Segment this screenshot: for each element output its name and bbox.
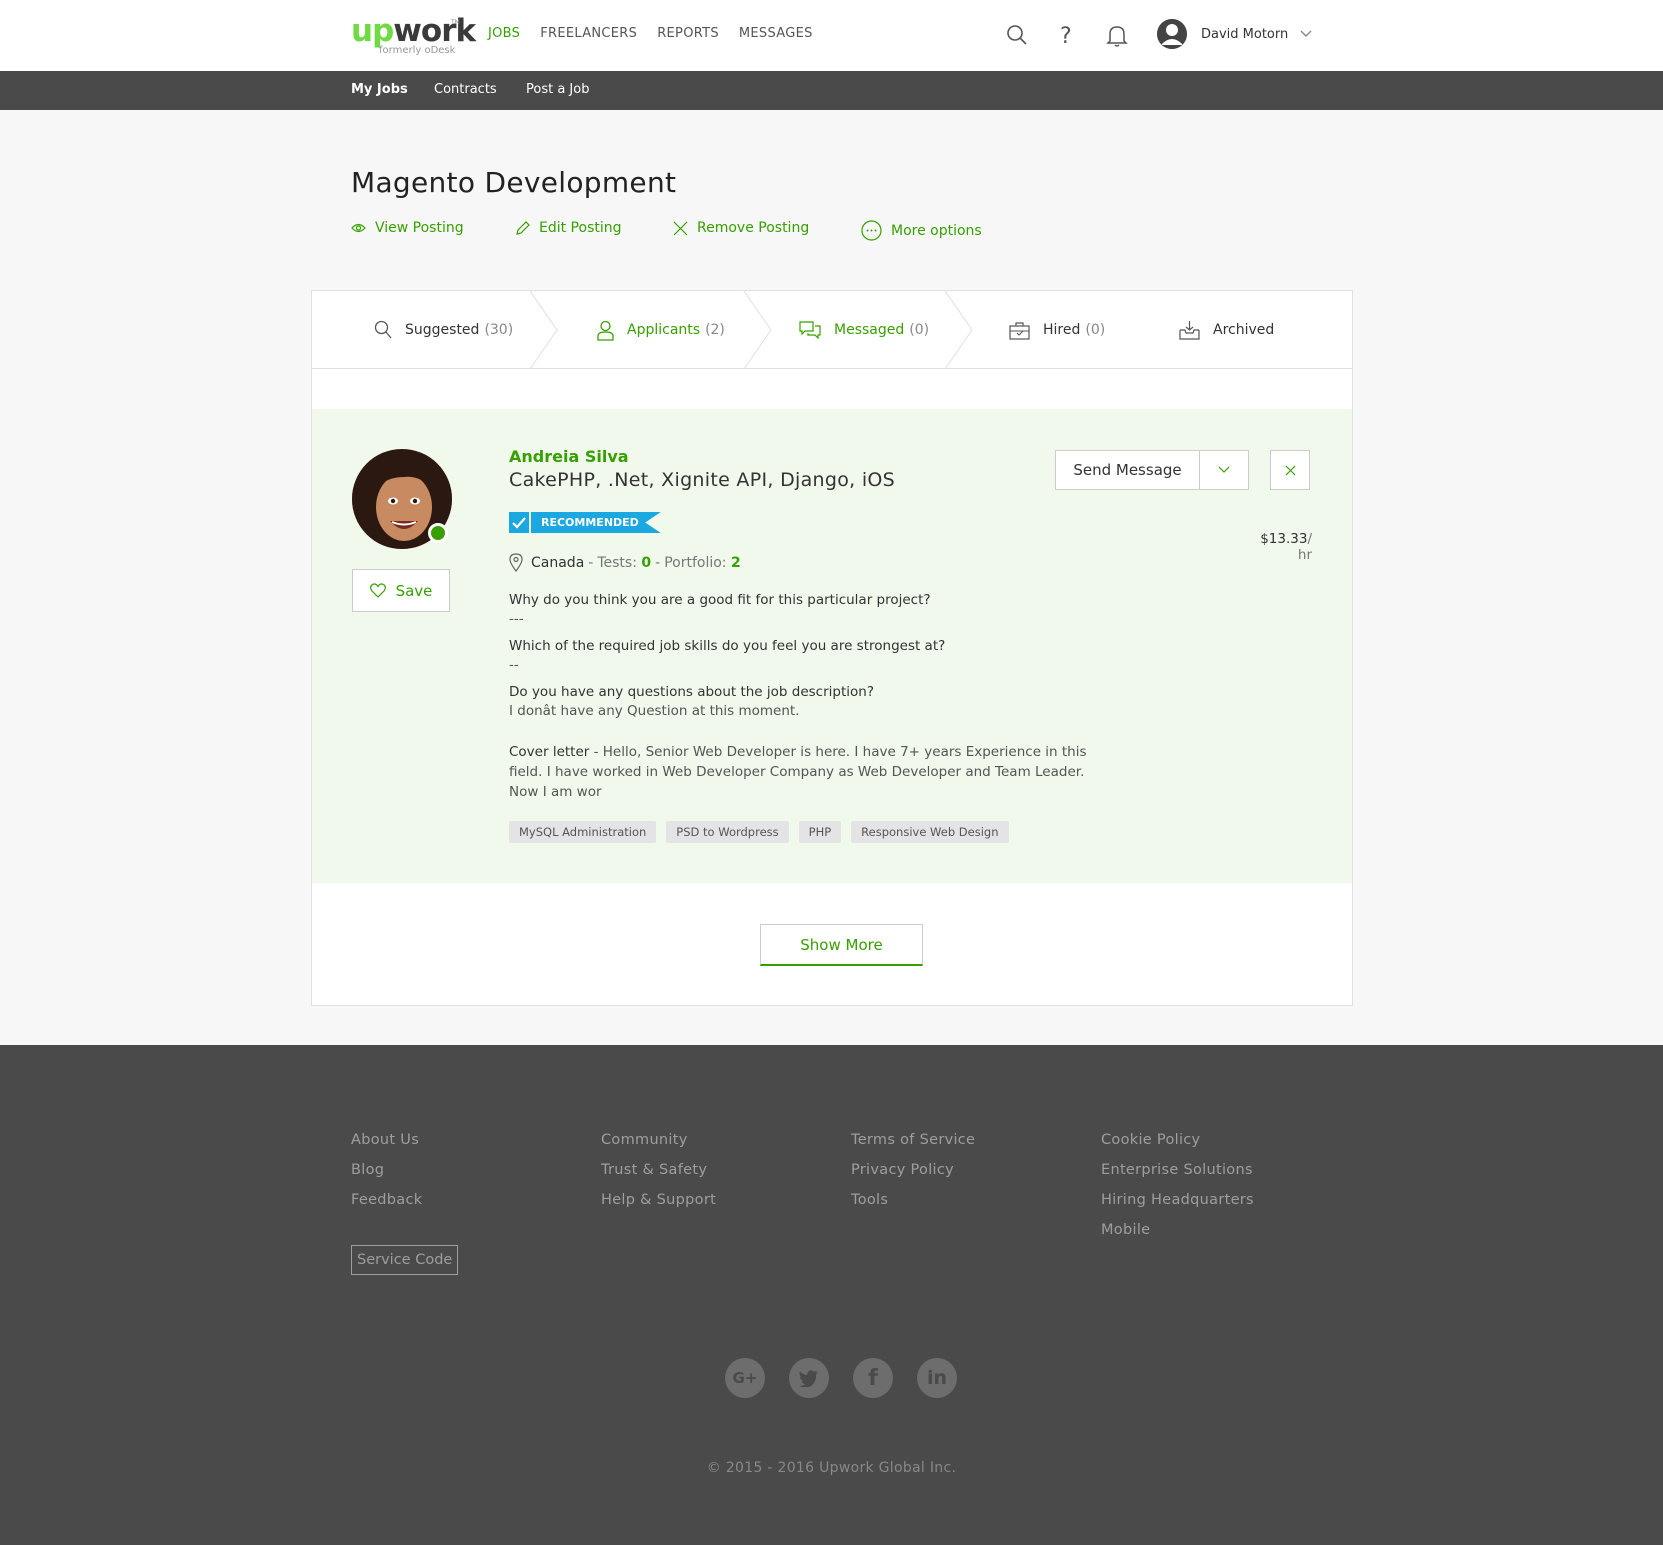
skill-tag[interactable]: PHP — [798, 821, 842, 843]
tab-applicants[interactable]: Applicants (2) — [597, 291, 725, 369]
briefcase-icon — [1009, 321, 1030, 340]
checkmark-icon — [512, 516, 526, 529]
google-plus-icon[interactable]: G+ — [725, 1358, 765, 1398]
sub-nav: My Jobs Contracts Post a Job — [0, 71, 1663, 110]
freelancer-meta: Canada - Tests: 0 - Portfolio: 2 — [509, 553, 741, 572]
svg-text:?: ? — [1060, 24, 1072, 48]
footer: About Us Blog Feedback Community Trust &… — [0, 1045, 1663, 1545]
user-name: David Motorn — [1201, 26, 1289, 42]
location-pin-icon — [509, 553, 523, 572]
question-answer: Do you have any questions about the job … — [509, 684, 875, 719]
tab-archived[interactable]: Archived — [1179, 291, 1279, 369]
tests-count: 0 — [641, 554, 652, 571]
tab-suggested[interactable]: Suggested (30) — [374, 291, 513, 369]
hourly-rate: $13.33/ hr — [1260, 531, 1312, 563]
heart-icon — [369, 583, 386, 598]
pencil-icon — [516, 220, 530, 235]
footer-link[interactable]: Hiring Headquarters — [1101, 1190, 1254, 1220]
decline-button[interactable] — [1270, 450, 1310, 490]
question-answer: Which of the required job skills do you … — [509, 638, 946, 673]
footer-link[interactable]: Tools — [851, 1190, 975, 1220]
chat-icon — [799, 321, 821, 339]
eye-icon — [351, 223, 366, 233]
help-icon[interactable]: ? — [1054, 22, 1080, 48]
footer-link[interactable]: Privacy Policy — [851, 1160, 975, 1190]
tab-hired[interactable]: Hired (0) — [1009, 291, 1105, 369]
footer-col-1: About Us Blog Feedback — [351, 1130, 422, 1220]
nav-messages[interactable]: MESSAGES — [739, 26, 813, 41]
facebook-icon[interactable]: f — [853, 1358, 893, 1398]
copyright: © 2015 - 2016 Upwork Global Inc. — [706, 1460, 957, 1476]
service-code-button[interactable]: Service Code — [351, 1245, 459, 1275]
logo-tagline: formerly oDesk — [379, 45, 456, 56]
remove-posting-link[interactable]: Remove Posting — [673, 220, 809, 236]
footer-link[interactable]: Help & Support — [601, 1190, 716, 1220]
save-freelancer-button[interactable]: Save — [352, 569, 450, 612]
bell-icon[interactable] — [1104, 22, 1130, 48]
search-icon — [374, 320, 392, 339]
footer-link[interactable]: Terms of Service — [851, 1130, 975, 1160]
subnav-post-a-job[interactable]: Post a Job — [526, 82, 589, 97]
freelancer-name[interactable]: Andreia Silva — [509, 447, 629, 466]
close-icon — [1285, 465, 1295, 475]
twitter-icon[interactable] — [789, 1358, 829, 1398]
view-posting-link[interactable]: View Posting — [351, 220, 464, 236]
more-dots-icon — [861, 220, 882, 241]
close-icon — [673, 221, 688, 235]
footer-link[interactable]: Feedback — [351, 1190, 422, 1220]
pipeline-tabs: Suggested (30) Applicants (2) Messaged (0) … — [312, 291, 1352, 369]
freelancer-country: Canada — [531, 554, 585, 571]
portfolio-count[interactable]: 2 — [731, 555, 741, 571]
subnav-my-jobs[interactable]: My Jobs — [351, 82, 408, 97]
upwork-logo[interactable]: upwork TM formerly oDesk — [351, 13, 476, 59]
send-message-button[interactable]: Send Message — [1055, 450, 1200, 490]
footer-link[interactable]: Enterprise Solutions — [1101, 1160, 1254, 1190]
send-message-group: Send Message — [1055, 450, 1249, 490]
cover-letter: Cover letter - Hello, Senior Web Develop… — [509, 744, 1087, 800]
nav-freelancers[interactable]: FREELANCERS — [540, 26, 637, 41]
user-menu[interactable]: David Motorn — [1157, 19, 1312, 49]
send-message-dropdown[interactable] — [1200, 450, 1249, 490]
footer-link[interactable]: Trust & Safety — [601, 1160, 716, 1190]
footer-col-2: Community Trust & Safety Help & Support — [601, 1130, 716, 1220]
question-answer: Why do you think you are a good fit for … — [509, 592, 931, 627]
archive-icon — [1179, 321, 1200, 340]
footer-link[interactable]: Community — [601, 1130, 716, 1160]
chevron-down-icon — [1218, 466, 1230, 473]
top-header: upwork TM formerly oDesk JOBS FREELANCER… — [0, 0, 1663, 71]
user-avatar-icon — [1157, 19, 1187, 49]
recommended-badge: RECOMMENDED — [509, 512, 661, 533]
skill-tag[interactable]: Responsive Web Design — [851, 821, 1009, 843]
applicants-card: Suggested (30) Applicants (2) Messaged (0) … — [311, 290, 1353, 1006]
tab-messaged[interactable]: Messaged (0) — [799, 291, 929, 369]
show-more-button[interactable]: Show More — [760, 924, 923, 966]
more-options-link[interactable]: More options — [861, 220, 982, 241]
page-title: Magento Development — [351, 166, 677, 199]
online-status-dot — [428, 523, 448, 543]
person-icon — [597, 320, 614, 341]
search-icon[interactable] — [1004, 22, 1030, 48]
subnav-contracts[interactable]: Contracts — [434, 82, 497, 97]
applicant-card: Save Andreia Silva CakePHP, .Net, Xignit… — [312, 409, 1352, 883]
footer-col-4: Cookie Policy Enterprise Solutions Hirin… — [1101, 1130, 1254, 1250]
chevron-down-icon — [1300, 30, 1312, 37]
skill-tags: MySQL Administration PSD to Wordpress PH… — [509, 821, 1009, 843]
footer-col-3: Terms of Service Privacy Policy Tools — [851, 1130, 975, 1220]
nav-jobs[interactable]: JOBS — [488, 26, 520, 41]
main-nav: JOBS FREELANCERS REPORTS MESSAGES — [488, 26, 833, 41]
nav-reports[interactable]: REPORTS — [657, 26, 719, 41]
linkedin-icon[interactable]: in — [917, 1358, 957, 1398]
footer-link[interactable]: Mobile — [1101, 1220, 1254, 1250]
footer-link[interactable]: Cookie Policy — [1101, 1130, 1254, 1160]
skill-tag[interactable]: PSD to Wordpress — [666, 821, 789, 843]
skill-tag[interactable]: MySQL Administration — [509, 821, 657, 843]
freelancer-title: CakePHP, .Net, Xignite API, Django, iOS — [509, 469, 896, 491]
footer-link[interactable]: About Us — [351, 1130, 422, 1160]
footer-link[interactable]: Blog — [351, 1160, 422, 1190]
edit-posting-link[interactable]: Edit Posting — [515, 220, 622, 236]
